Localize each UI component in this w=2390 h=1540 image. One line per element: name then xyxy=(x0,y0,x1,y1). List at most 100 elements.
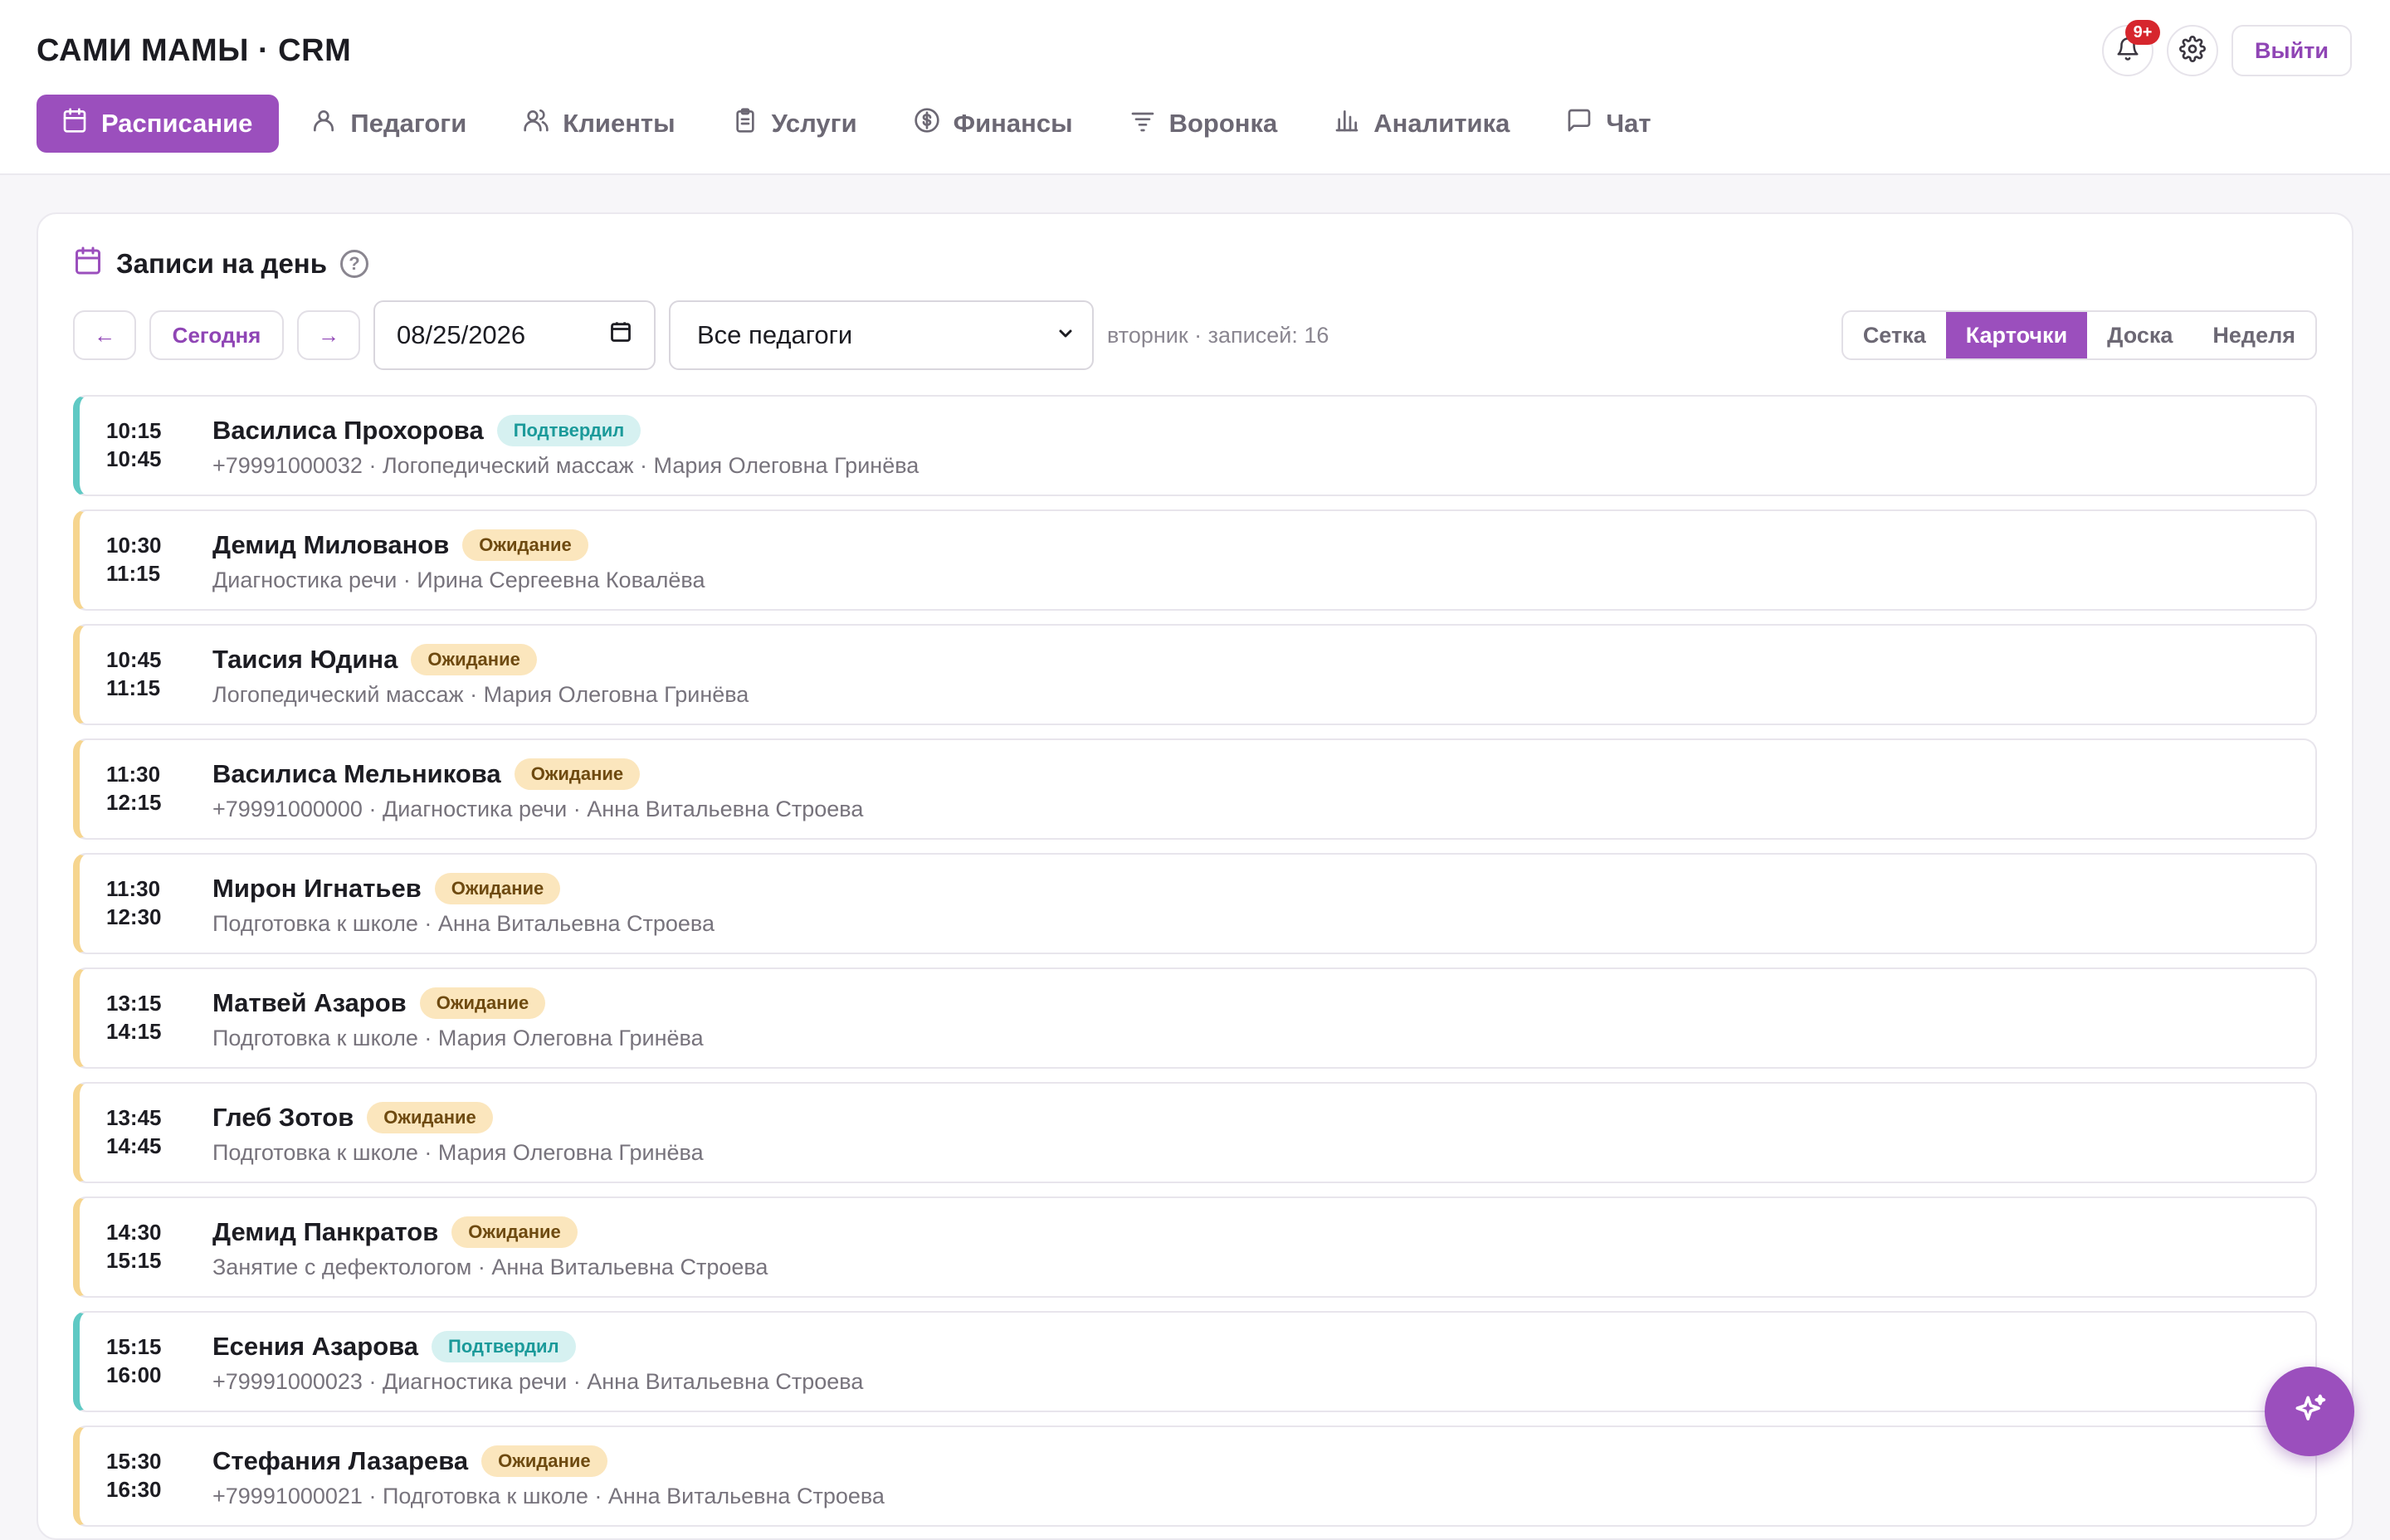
settings-button[interactable] xyxy=(2167,25,2219,76)
appointment-card[interactable]: 10:15 10:45 Василиса Прохорова Подтверди… xyxy=(73,395,2317,496)
appointment-info: Демид Панкратов Ожидание Занятие с дефек… xyxy=(212,1213,768,1280)
appointment-end: 16:30 xyxy=(106,1477,162,1502)
appointment-time: 10:15 10:45 xyxy=(106,417,162,473)
client-name: Матвей Азаров xyxy=(212,988,407,1017)
appointment-time: 11:30 12:15 xyxy=(106,760,162,816)
client-name: Василиса Прохорова xyxy=(212,416,484,445)
nav-item-label: Расписание xyxy=(101,109,253,138)
appointment-info: Демид Милованов Ожидание Диагностика реч… xyxy=(212,526,705,593)
nav-item-funnel[interactable]: Воронка xyxy=(1108,95,1303,153)
app-title: САМИ МАМЫ · CRM xyxy=(37,33,352,68)
date-input[interactable]: 08/25/2026 xyxy=(373,300,656,370)
calendar-picker-icon[interactable] xyxy=(609,320,632,350)
nav-item-label: Воронка xyxy=(1168,109,1278,138)
appointment-card[interactable]: 14:30 15:15 Демид Панкратов Ожидание Зан… xyxy=(73,1196,2317,1298)
appointment-name-row: Стефания Лазарева Ожидание xyxy=(212,1442,885,1480)
appointment-card[interactable]: 11:30 12:15 Василиса Мельникова Ожидание… xyxy=(73,738,2317,840)
appointment-end: 14:45 xyxy=(106,1133,162,1158)
nav-item-label: Услуги xyxy=(771,109,857,138)
appointment-end: 10:45 xyxy=(106,446,162,471)
client-name: Мирон Игнатьев xyxy=(212,874,422,903)
client-name: Демид Панкратов xyxy=(212,1217,439,1246)
notifications-button[interactable]: 9+ xyxy=(2102,20,2161,76)
nav-item-finance[interactable]: Финансы xyxy=(892,95,1098,153)
view-board-tab[interactable]: Доска xyxy=(2087,312,2192,358)
view-week-tab[interactable]: Неделя xyxy=(2192,312,2315,358)
appointment-card[interactable]: 11:30 12:30 Мирон Игнатьев Ожидание Подг… xyxy=(73,853,2317,954)
appointment-end: 12:15 xyxy=(106,790,162,815)
appointment-card[interactable]: 10:30 11:15 Демид Милованов Ожидание Диа… xyxy=(73,509,2317,611)
day-appointments-panel: Записи на день ? ← Сегодня → 08/25/2026 … xyxy=(37,212,2353,1540)
appointment-card[interactable]: 15:15 16:00 Есения Азарова Подтвердил +7… xyxy=(73,1311,2317,1412)
status-badge: Ожидание xyxy=(514,758,641,790)
teacher-select-value: Все педагоги xyxy=(697,320,853,349)
appointment-info: Есения Азарова Подтвердил +79991000023 ·… xyxy=(212,1328,863,1395)
bar-chart-icon xyxy=(1334,107,1360,140)
appointment-info: Василиса Мельникова Ожидание +7999100000… xyxy=(212,755,863,822)
appointment-details: Диагностика речи · Ирина Сергеевна Ковал… xyxy=(212,568,705,592)
status-badge: Подтвердил xyxy=(496,415,641,446)
appointment-name-row: Демид Панкратов Ожидание xyxy=(212,1213,768,1251)
client-name: Глеб Зотов xyxy=(212,1103,354,1132)
appointment-time: 13:45 14:45 xyxy=(106,1104,162,1160)
logout-button[interactable]: Выйти xyxy=(2231,25,2352,76)
nav-item-clients[interactable]: Клиенты xyxy=(501,95,700,153)
appointment-start: 13:15 xyxy=(106,991,162,1016)
client-name: Таисия Юдина xyxy=(212,645,398,674)
appointment-time: 10:30 11:15 xyxy=(106,531,162,587)
nav-item-label: Аналитика xyxy=(1373,109,1510,138)
date-value: 08/25/2026 xyxy=(397,320,526,349)
appointment-card[interactable]: 13:45 14:45 Глеб Зотов Ожидание Подготов… xyxy=(73,1082,2317,1183)
calendar-icon xyxy=(73,246,103,282)
appointment-info: Таисия Юдина Ожидание Логопедический мас… xyxy=(212,641,749,708)
appointment-name-row: Василиса Мельникова Ожидание xyxy=(212,755,863,793)
appointment-details: +79991000023 · Диагностика речи · Анна В… xyxy=(212,1369,864,1394)
dollar-icon xyxy=(914,107,940,140)
nav-item-analytics[interactable]: Аналитика xyxy=(1312,95,1534,153)
appointment-time: 13:15 14:15 xyxy=(106,989,162,1045)
appointment-name-row: Глеб Зотов Ожидание xyxy=(212,1099,704,1137)
help-icon[interactable]: ? xyxy=(340,250,369,278)
client-name: Василиса Мельникова xyxy=(212,759,501,788)
nav-item-teachers[interactable]: Педагоги xyxy=(289,95,491,153)
appointment-time: 10:45 11:15 xyxy=(106,646,162,702)
appointment-info: Стефания Лазарева Ожидание +79991000021 … xyxy=(212,1442,885,1509)
appointment-time: 15:30 16:30 xyxy=(106,1447,162,1503)
nav-item-services[interactable]: Услуги xyxy=(710,95,882,153)
next-day-button[interactable]: → xyxy=(297,310,360,360)
today-button[interactable]: Сегодня xyxy=(149,310,284,360)
appointment-card[interactable]: 13:15 14:15 Матвей Азаров Ожидание Подго… xyxy=(73,967,2317,1069)
main-nav: Расписание Педагоги Клиенты Услуги Финан… xyxy=(37,95,1676,153)
appointment-card[interactable]: 15:30 16:30 Стефания Лазарева Ожидание +… xyxy=(73,1425,2317,1527)
nav-item-chat[interactable]: Чат xyxy=(1544,95,1675,153)
appointment-name-row: Мирон Игнатьев Ожидание xyxy=(212,870,715,908)
appointment-end: 12:30 xyxy=(106,904,162,929)
ai-assistant-button[interactable] xyxy=(2265,1367,2354,1456)
appointment-details: Подготовка к школе · Мария Олеговна Грин… xyxy=(212,1140,704,1165)
appointment-start: 15:30 xyxy=(106,1449,162,1474)
view-grid-tab[interactable]: Сетка xyxy=(1843,312,1946,358)
appointment-details: Подготовка к школе · Анна Витальевна Стр… xyxy=(212,911,715,936)
appointment-details: +79991000021 · Подготовка к школе · Анна… xyxy=(212,1484,885,1508)
appointment-start: 14:30 xyxy=(106,1220,162,1245)
prev-day-button[interactable]: ← xyxy=(73,310,136,360)
teacher-select[interactable]: Все педагоги xyxy=(669,300,1094,370)
appointment-card[interactable]: 10:45 11:15 Таисия Юдина Ожидание Логопе… xyxy=(73,624,2317,725)
day-summary: вторник · записей: 16 xyxy=(1107,322,1329,348)
appointment-start: 11:30 xyxy=(106,876,161,901)
appointment-details: +79991000032 · Логопедический массаж · М… xyxy=(212,453,919,478)
appointment-end: 14:15 xyxy=(106,1019,162,1044)
filter-icon xyxy=(1129,107,1156,140)
panel-heading: Записи на день ? xyxy=(73,246,369,282)
appointment-end: 11:15 xyxy=(106,561,161,586)
nav-item-schedule[interactable]: Расписание xyxy=(37,95,280,153)
client-name: Демид Милованов xyxy=(212,530,450,559)
users-icon xyxy=(523,107,549,140)
gear-icon xyxy=(2179,35,2206,66)
appointment-end: 15:15 xyxy=(106,1248,162,1273)
appointment-start: 10:45 xyxy=(106,647,162,672)
status-badge: Ожидание xyxy=(367,1102,493,1133)
calendar-icon xyxy=(61,107,88,140)
view-cards-tab[interactable]: Карточки xyxy=(1945,312,2088,358)
arrow-right-icon: → xyxy=(318,322,339,348)
